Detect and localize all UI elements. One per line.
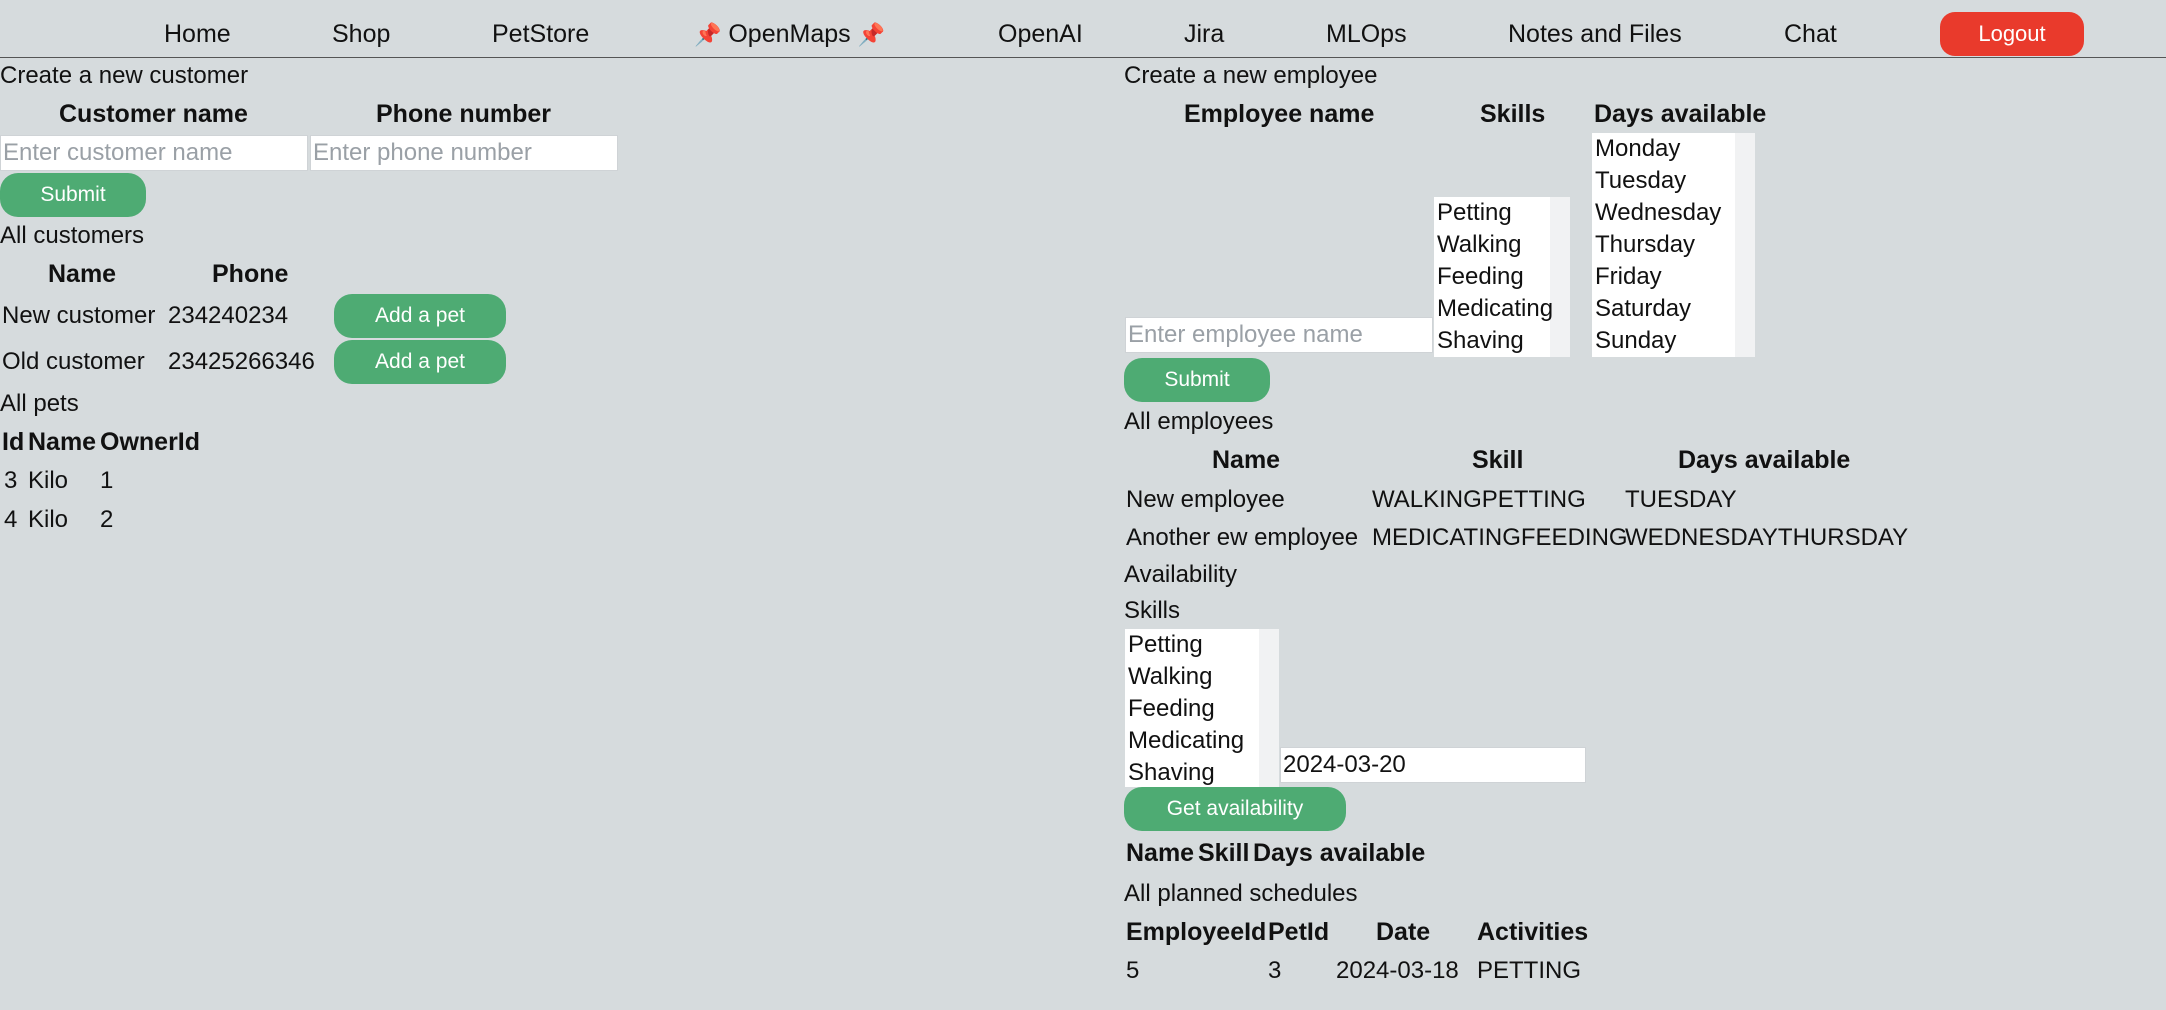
customers-name-header: Name	[48, 260, 117, 288]
nav-jira[interactable]: Jira	[1184, 20, 1224, 49]
add-pet-button[interactable]: Add a pet	[334, 340, 506, 384]
create-employee-title: Create a new employee	[1124, 62, 1378, 89]
schedules-date-header: Date	[1376, 918, 1431, 946]
pet-owner-cell: 2	[100, 506, 114, 533]
day-option[interactable]: Sunday	[1592, 325, 1735, 357]
days-available-header: Days available	[1594, 100, 1767, 128]
nav-shop[interactable]: Shop	[332, 20, 390, 49]
phone-number-input[interactable]: Enter phone number	[310, 135, 618, 171]
nav-petstore[interactable]: PetStore	[492, 20, 589, 49]
schedule-activities-cell: PETTING	[1477, 957, 1582, 984]
pets-ownerid-header: OwnerId	[100, 428, 201, 456]
employee-skills-select[interactable]: Petting Walking Feeding Medicating Shavi…	[1434, 197, 1570, 357]
employee-days-select[interactable]: Monday Tuesday Wednesday Thursday Friday…	[1592, 133, 1755, 357]
all-employees-title: All employees	[1124, 408, 1274, 435]
employees-days-header: Days available	[1678, 446, 1851, 474]
schedules-petid-header: PetId	[1268, 918, 1330, 946]
customer-phone-cell: 234240234	[168, 302, 289, 329]
availability-skills-label: Skills	[1124, 597, 1181, 624]
customer-name-cell: New customer	[2, 302, 156, 329]
schedule-date-cell: 2024-03-18	[1336, 957, 1459, 984]
customer-name-input[interactable]: Enter customer name	[0, 135, 308, 171]
schedules-activities-header: Activities	[1477, 918, 1589, 946]
get-availability-button[interactable]: Get availability	[1124, 787, 1346, 831]
pet-name-cell: Kilo	[28, 506, 69, 533]
schedule-employee-cell: 5	[1126, 957, 1140, 984]
create-customer-title: Create a new customer	[0, 62, 249, 89]
employee-skill-cell: MEDICATINGFEEDING	[1372, 524, 1628, 551]
availability-skill-header: Skill	[1198, 839, 1250, 867]
customers-phone-header: Phone	[212, 260, 289, 288]
employee-name-cell: Another ew employee	[1126, 524, 1359, 551]
pets-name-header: Name	[28, 428, 97, 456]
schedule-pet-cell: 3	[1268, 957, 1282, 984]
all-customers-title: All customers	[0, 222, 145, 249]
pet-id-cell: 4	[4, 506, 18, 533]
nav-openai[interactable]: OpenAI	[998, 20, 1083, 49]
add-pet-button[interactable]: Add a pet	[334, 294, 506, 338]
employee-submit-button[interactable]: Submit	[1124, 358, 1270, 402]
skill-option[interactable]: Walking	[1434, 229, 1550, 261]
nav-home[interactable]: Home	[164, 20, 231, 49]
phone-number-header: Phone number	[376, 100, 552, 128]
nav-chat[interactable]: Chat	[1784, 20, 1837, 49]
skills-header: Skills	[1480, 100, 1546, 128]
nav-openmaps[interactable]: 📌 OpenMaps 📌	[694, 20, 885, 49]
pin-icon: 📌	[694, 22, 722, 47]
all-pets-title: All pets	[0, 390, 79, 417]
day-option[interactable]: Wednesday	[1592, 197, 1735, 229]
schedules-employeeid-header: EmployeeId	[1126, 918, 1267, 946]
employee-skill-cell: WALKINGPETTING	[1372, 486, 1586, 513]
customer-phone-cell: 23425266346	[168, 348, 315, 375]
logout-button[interactable]: Logout	[1940, 12, 2084, 56]
employees-skill-header: Skill	[1472, 446, 1524, 474]
employee-days-cell: WEDNESDAYTHURSDAY	[1625, 524, 1909, 551]
skill-option[interactable]: Shaving	[1125, 757, 1259, 789]
availability-skills-select[interactable]: Petting Walking Feeding Medicating Shavi…	[1125, 629, 1279, 787]
employee-days-cell: TUESDAY	[1625, 486, 1737, 513]
all-schedules-title: All planned schedules	[1124, 880, 1358, 907]
top-navbar: Home Shop PetStore 📌 OpenMaps 📌 OpenAI J…	[0, 0, 2166, 58]
skill-option[interactable]: Petting	[1434, 197, 1550, 229]
skill-option[interactable]: Feeding	[1125, 693, 1259, 725]
skill-option[interactable]: Shaving	[1434, 325, 1550, 357]
employee-name-cell: New employee	[1126, 486, 1285, 513]
skill-option[interactable]: Walking	[1125, 661, 1259, 693]
availability-title: Availability	[1124, 561, 1237, 588]
skill-option[interactable]: Petting	[1125, 629, 1259, 661]
employees-name-header: Name	[1212, 446, 1281, 474]
employee-name-input[interactable]: Enter employee name	[1125, 317, 1433, 353]
pin-icon: 📌	[857, 22, 886, 47]
customer-submit-button[interactable]: Submit	[0, 173, 146, 217]
availability-name-header: Name	[1126, 839, 1195, 867]
skill-option[interactable]: Medicating	[1434, 293, 1553, 325]
skill-option[interactable]: Medicating	[1125, 725, 1259, 757]
pet-owner-cell: 1	[100, 467, 114, 494]
nav-mlops[interactable]: MLOps	[1326, 20, 1407, 49]
availability-days-header: Days available	[1253, 839, 1426, 867]
day-option[interactable]: Thursday	[1592, 229, 1735, 261]
skill-option[interactable]: Feeding	[1434, 261, 1550, 293]
day-option[interactable]: Tuesday	[1592, 165, 1735, 197]
day-option[interactable]: Saturday	[1592, 293, 1735, 325]
pet-id-cell: 3	[4, 467, 18, 494]
nav-openmaps-label: OpenMaps	[728, 20, 851, 48]
day-option[interactable]: Friday	[1592, 261, 1735, 293]
pets-id-header: Id	[2, 428, 25, 456]
employee-name-header: Employee name	[1184, 100, 1375, 128]
nav-notes-and-files[interactable]: Notes and Files	[1508, 20, 1682, 49]
customer-name-cell: Old customer	[2, 348, 145, 375]
availability-date-input[interactable]: 2024-03-20	[1280, 747, 1586, 783]
day-option[interactable]: Monday	[1592, 133, 1735, 165]
pet-name-cell: Kilo	[28, 467, 69, 494]
customer-name-header: Customer name	[59, 100, 248, 128]
